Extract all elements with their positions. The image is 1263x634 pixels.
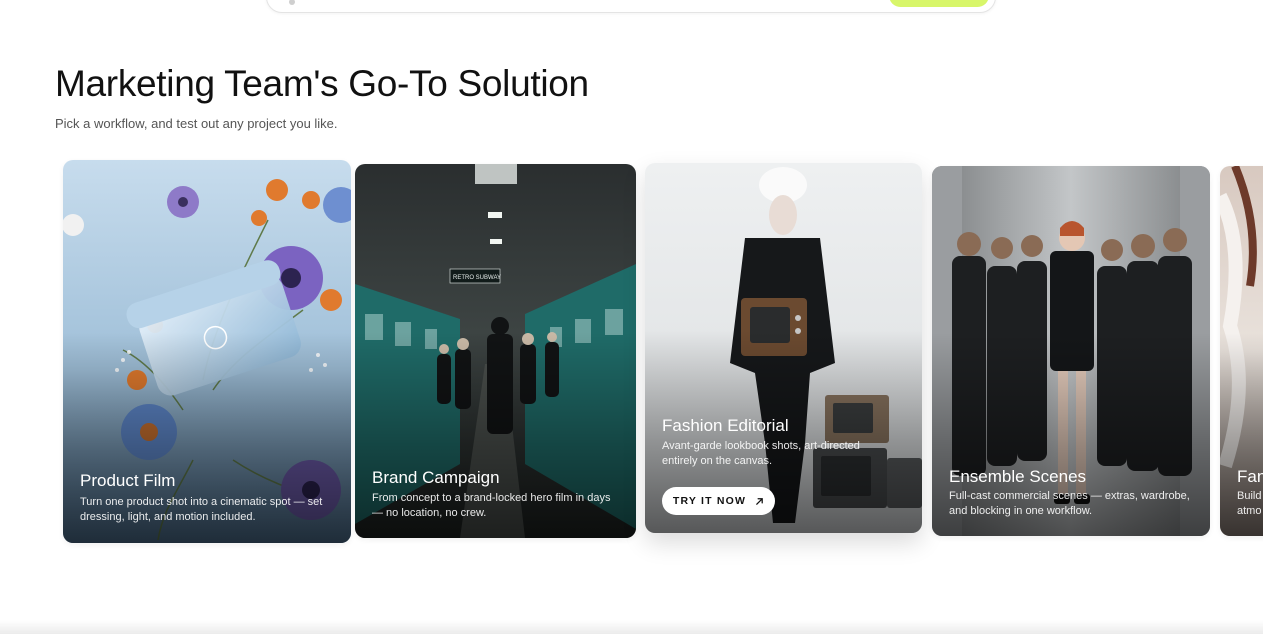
workflow-card-product-film[interactable]: Product Film Turn one product shot into … (63, 160, 351, 543)
section-subtitle: Pick a workflow, and test out any projec… (55, 116, 338, 131)
top-search-bar[interactable] (266, 0, 996, 13)
try-it-now-button[interactable]: TRY IT NOW (662, 487, 775, 515)
card-description: Full-cast commercial scenes — extras, wa… (949, 490, 1190, 517)
card-description: From concept to a brand-locked hero film… (372, 492, 611, 519)
arrow-up-right-icon (756, 497, 763, 505)
card-title: Product Film (80, 471, 176, 490)
card-description: Avant-garde lookbook shots, art-directed… (662, 440, 860, 467)
search-submit-button[interactable] (889, 0, 989, 7)
card-description: Build atmo (1237, 490, 1262, 517)
card-title: Fashion Editorial (662, 416, 789, 435)
workflow-card-fan[interactable]: Fan Build atmo (1220, 166, 1263, 536)
workflow-card-brand-campaign[interactable]: RETRO SUBWAY Brand Campaign From concept… (355, 164, 636, 538)
card-title: Brand Campaign (372, 468, 500, 487)
section-title: Marketing Team's Go-To Solution (55, 63, 589, 104)
card-description: Turn one product shot into a cinematic s… (80, 496, 323, 523)
workflow-card-fashion-editorial[interactable]: Fashion Editorial Avant-garde lookbook s… (645, 163, 922, 533)
workflow-card-ensemble-scenes[interactable]: Ensemble Scenes Full-cast commercial sce… (932, 166, 1210, 536)
page: Marketing Team's Go-To Solution Pick a w… (0, 0, 1263, 634)
retro-subway-sign: RETRO SUBWAY (453, 275, 501, 281)
bottom-divider (0, 620, 1263, 634)
try-it-now-label: TRY IT NOW (672, 495, 747, 507)
card-title: Ensemble Scenes (949, 467, 1087, 486)
search-icon (289, 0, 295, 5)
card-title: Fan (1237, 467, 1263, 486)
